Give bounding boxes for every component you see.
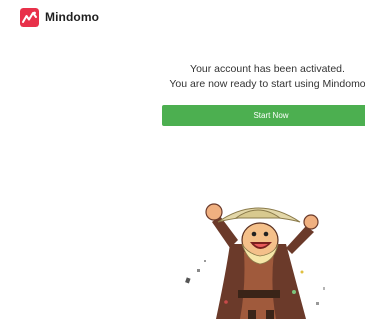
- activation-message-line-1: Your account has been activated.: [190, 63, 345, 75]
- brand-logo[interactable]: Mindomo: [20, 7, 99, 27]
- activation-message: Your account has been activated. You are…: [155, 62, 365, 92]
- celebrating-character-illustration: [185, 203, 325, 319]
- mindomo-logo-icon: [20, 7, 39, 27]
- activation-message-line-2: You are now ready to start using Mindomo: [169, 78, 365, 90]
- start-now-button[interactable]: Start Now: [162, 105, 365, 126]
- brand-name: Mindomo: [45, 10, 100, 24]
